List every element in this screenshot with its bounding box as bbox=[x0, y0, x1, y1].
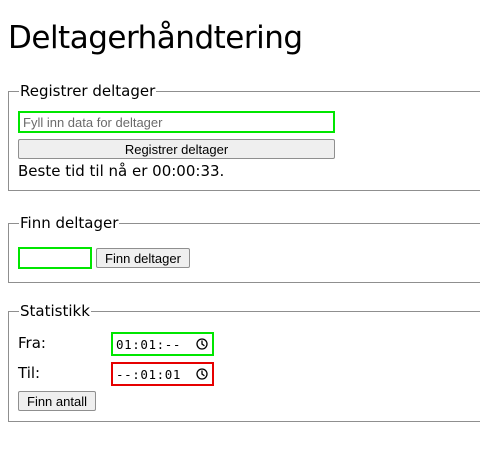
to-label: Til: bbox=[18, 364, 41, 382]
find-participant-button[interactable]: Finn deltager bbox=[96, 248, 190, 268]
statistics-legend: Statistikk bbox=[19, 301, 91, 321]
count-button[interactable]: Finn antall bbox=[18, 391, 96, 411]
register-legend: Registrer deltager bbox=[19, 81, 157, 101]
clock-icon[interactable] bbox=[196, 338, 208, 350]
from-time-input[interactable]: 01:01:-- bbox=[111, 332, 214, 356]
find-legend: Finn deltager bbox=[19, 213, 120, 233]
page-title: Deltagerhåndtering bbox=[8, 20, 303, 56]
to-time-input[interactable]: --:01:01 bbox=[111, 362, 214, 386]
best-time-text: Beste tid til nå er 00:00:33. bbox=[18, 162, 225, 180]
to-time-value: --:01:01 bbox=[116, 366, 182, 382]
from-time-value: 01:01:-- bbox=[116, 336, 182, 352]
clock-icon[interactable] bbox=[196, 368, 208, 380]
participant-data-input[interactable] bbox=[18, 111, 335, 133]
find-fieldset: Finn deltager Finn deltager bbox=[8, 213, 480, 283]
from-label: Fra: bbox=[18, 334, 46, 352]
register-fieldset: Registrer deltager Registrer deltager Be… bbox=[8, 81, 480, 191]
statistics-fieldset: Statistikk Fra: 01:01:-- Til: --:01:01 F… bbox=[8, 301, 480, 422]
register-participant-button[interactable]: Registrer deltager bbox=[18, 139, 335, 159]
find-participant-input[interactable] bbox=[18, 247, 92, 269]
